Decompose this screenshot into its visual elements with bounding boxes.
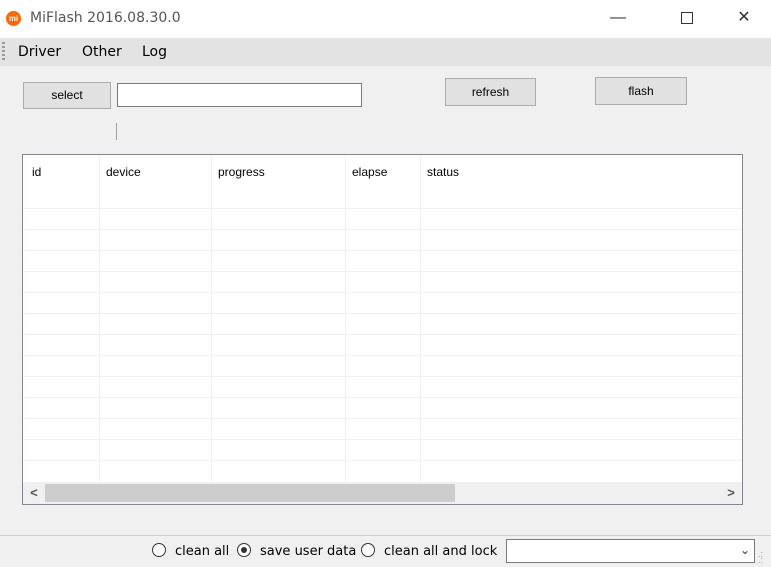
table-header: id device progress elapse status xyxy=(23,155,742,187)
radio-label-save-user-data[interactable]: save user data xyxy=(260,544,356,559)
divider xyxy=(116,123,117,140)
scroll-right-icon[interactable]: > xyxy=(720,482,742,504)
radio-clean-all[interactable] xyxy=(152,543,166,557)
scroll-left-icon[interactable]: < xyxy=(23,482,45,504)
table-row-line xyxy=(23,208,742,209)
radio-label-clean-all-and-lock[interactable]: clean all and lock xyxy=(384,544,497,559)
select-button[interactable]: select xyxy=(23,82,111,109)
minimize-button[interactable]: — xyxy=(595,0,641,38)
chevron-down-icon[interactable]: ⌄ xyxy=(740,543,750,557)
column-header-device[interactable]: device xyxy=(106,165,141,179)
radio-clean-all-and-lock[interactable] xyxy=(361,543,375,557)
close-button[interactable]: ✕ xyxy=(721,0,767,38)
column-divider xyxy=(420,155,421,481)
table-row-line xyxy=(23,250,742,251)
column-header-elapse[interactable]: elapse xyxy=(352,165,387,179)
device-table[interactable]: id device progress elapse status < > xyxy=(22,154,743,505)
table-row-line xyxy=(23,376,742,377)
table-row-line xyxy=(23,292,742,293)
table-row-line xyxy=(23,460,742,461)
script-dropdown[interactable]: ⌄ xyxy=(506,539,755,563)
radio-label-clean-all[interactable]: clean all xyxy=(175,544,229,559)
refresh-button[interactable]: refresh xyxy=(445,78,536,106)
menu-driver[interactable]: Driver xyxy=(18,44,61,60)
table-row-line xyxy=(23,229,742,230)
table-row-line xyxy=(23,439,742,440)
table-row-line xyxy=(23,397,742,398)
table-row-line xyxy=(23,334,742,335)
column-divider xyxy=(345,155,346,481)
table-row-line xyxy=(23,355,742,356)
table-row-line xyxy=(23,271,742,272)
maximize-button[interactable] xyxy=(664,0,710,38)
menu-log[interactable]: Log xyxy=(142,44,167,60)
menu-other[interactable]: Other xyxy=(82,44,122,60)
table-row-line xyxy=(23,418,742,419)
resize-grip-icon[interactable]: .:.: xyxy=(758,550,770,565)
title-bar: mi MiFlash 2016.08.30.0 — ✕ xyxy=(0,0,771,38)
table-row-line xyxy=(23,313,742,314)
column-header-status[interactable]: status xyxy=(427,165,459,179)
radio-save-user-data[interactable] xyxy=(237,543,251,557)
scroll-thumb[interactable] xyxy=(45,484,455,502)
flash-button[interactable]: flash xyxy=(595,77,687,105)
menu-bar: Driver Other Log xyxy=(0,38,771,66)
column-divider xyxy=(211,155,212,481)
column-header-progress[interactable]: progress xyxy=(218,165,265,179)
mi-logo-icon: mi xyxy=(6,11,21,26)
window-title: MiFlash 2016.08.30.0 xyxy=(30,10,181,26)
toolbar-grip-icon[interactable] xyxy=(2,42,5,62)
horizontal-scrollbar[interactable]: < > xyxy=(23,482,742,504)
path-input[interactable] xyxy=(117,83,362,107)
column-header-id[interactable]: id xyxy=(32,165,41,179)
column-divider xyxy=(99,155,100,481)
maximize-icon xyxy=(681,11,693,24)
